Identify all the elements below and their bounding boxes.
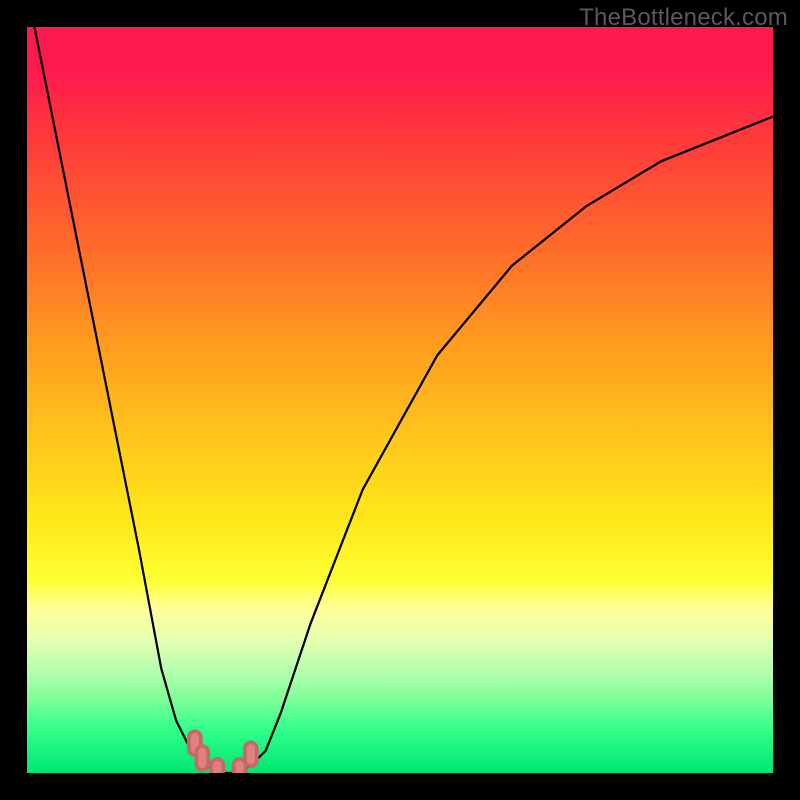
marker-point (211, 759, 223, 773)
watermark-text: TheBottleneck.com (579, 4, 788, 32)
marker-point (196, 746, 208, 770)
chart-frame: TheBottleneck.com (0, 0, 800, 800)
marker-point (245, 742, 257, 766)
curve-layer (27, 27, 773, 773)
bottleneck-curve (34, 27, 773, 773)
highlight-markers (189, 731, 257, 773)
plot-area (27, 27, 773, 773)
